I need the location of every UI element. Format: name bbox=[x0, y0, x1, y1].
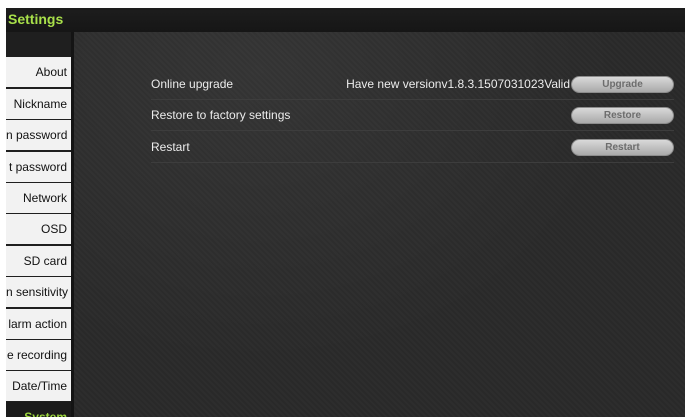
sidebar-item-guest-password[interactable]: t password bbox=[6, 152, 71, 182]
sidebar-item-label: System bbox=[24, 410, 67, 417]
online-upgrade-label: Online upgrade bbox=[151, 77, 234, 91]
sidebar-item-network[interactable]: Network bbox=[6, 183, 71, 213]
sidebar-item-label: Nickname bbox=[13, 97, 67, 111]
sidebar-item-label: SD card bbox=[23, 254, 67, 268]
sidebar-item-label: Network bbox=[22, 191, 67, 205]
sidebar-item-label: n sensitivity bbox=[6, 285, 69, 299]
window-title: Settings bbox=[8, 11, 64, 27]
sidebar-item-label: e recording bbox=[6, 348, 67, 362]
sidebar-item-recording[interactable]: e recording bbox=[6, 340, 71, 370]
sidebar-item-label: Date/Time bbox=[12, 379, 67, 393]
restore-button[interactable]: Restore bbox=[571, 107, 674, 124]
restore-factory-row: Restore to factory settings Restore bbox=[151, 100, 674, 131]
sidebar-item-label: larm action bbox=[8, 317, 67, 331]
restart-button[interactable]: Restart bbox=[571, 139, 674, 156]
restart-row: Restart Restart bbox=[151, 132, 674, 163]
sidebar-item-system[interactable]: System bbox=[6, 402, 71, 417]
sidebar-item-label: OSD bbox=[40, 222, 67, 236]
system-panel: Online upgrade Have new versionv1.8.3.15… bbox=[74, 32, 685, 417]
sidebar-item-nickname[interactable]: Nickname bbox=[6, 89, 71, 119]
sidebar-item-label: n password bbox=[6, 128, 68, 142]
sidebar: About Nickname n password t password Net… bbox=[6, 32, 74, 417]
restore-factory-label: Restore to factory settings bbox=[151, 108, 291, 122]
sidebar-item-label: t password bbox=[8, 160, 67, 174]
sidebar-item-sd-card[interactable]: SD card bbox=[6, 246, 71, 276]
online-upgrade-row: Online upgrade Have new versionv1.8.3.15… bbox=[151, 69, 674, 100]
sidebar-item-detection-sensitivity[interactable]: n sensitivity bbox=[6, 277, 71, 307]
upgrade-button[interactable]: Upgrade bbox=[571, 76, 674, 93]
sidebar-item-about[interactable]: About bbox=[6, 57, 71, 87]
sidebar-item-alarm-action[interactable]: larm action bbox=[6, 309, 71, 339]
settings-window: Settings About Nickname n password t pas… bbox=[6, 8, 685, 417]
restart-label: Restart bbox=[151, 140, 190, 154]
sidebar-item-date-time[interactable]: Date/Time bbox=[6, 371, 71, 401]
title-bar: Settings bbox=[6, 8, 685, 32]
new-version-info: Have new versionv1.8.3.1507031023Valid bbox=[346, 77, 570, 91]
sidebar-item-osd[interactable]: OSD bbox=[6, 214, 71, 244]
sidebar-item-label: About bbox=[35, 65, 67, 79]
sidebar-item-admin-password[interactable]: n password bbox=[6, 120, 71, 150]
